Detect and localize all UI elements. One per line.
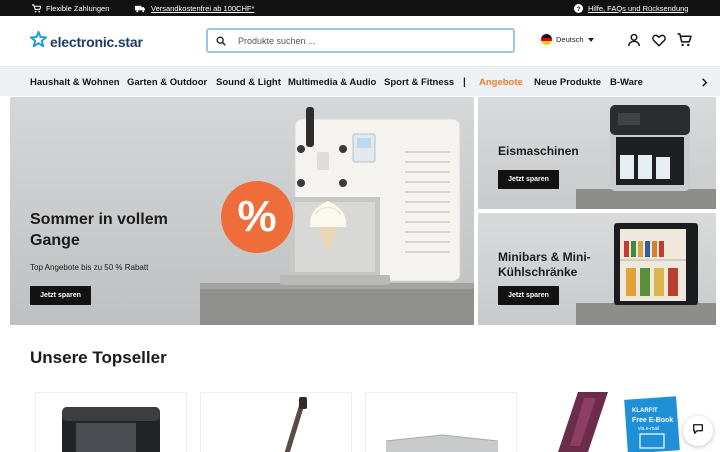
logo-text: electronic.star [50, 34, 143, 50]
search-icon[interactable] [208, 30, 234, 51]
nav-scroll-right-icon[interactable] [696, 74, 712, 90]
product-card[interactable] [200, 392, 352, 452]
wishlist-heart-icon[interactable] [651, 32, 667, 48]
chat-button[interactable] [683, 416, 713, 446]
nav-item-b-ware[interactable]: B-Ware [610, 67, 643, 97]
nav-item-multimedia-audio[interactable]: Multimedia & Audio [288, 67, 376, 97]
ice-maker-product-image [62, 407, 160, 452]
promo-minibars-button[interactable]: Jetzt sparen [498, 286, 559, 305]
ebook-badge-brand: KLARFIT [632, 408, 658, 414]
promo-ice-makers-title: Eismaschinen [498, 144, 579, 158]
topseller-heading: Unsere Topseller [30, 348, 167, 367]
help-icon: ? [574, 3, 583, 13]
nav-item-haushalt-wohnen[interactable]: Haushalt & Wohnen [30, 67, 120, 97]
hero-cta-button[interactable]: Jetzt sparen [30, 286, 91, 305]
free-shipping-link[interactable]: Versandkostenfrei ab 100CHF* [135, 0, 254, 16]
promo-minibars-title: Minibars & Mini-Kühlschränke [498, 250, 591, 279]
help-text[interactable]: Hilfe, FAQs und Rücksendung [588, 4, 688, 13]
promo-minibars[interactable]: Minibars & Mini-Kühlschränke Jetzt spare… [478, 213, 716, 325]
promo-ice-makers-button[interactable]: Jetzt sparen [498, 170, 559, 189]
hero-title: Sommer in vollem Gange [30, 211, 168, 249]
appliance-product-image [385, 434, 499, 452]
discount-percent-badge: % [221, 181, 293, 253]
language-selector[interactable]: Deutsch [541, 34, 594, 45]
nav-separator: | [463, 76, 466, 88]
ebook-badge-title: Free E-Book [632, 417, 673, 424]
cart-icon [32, 3, 42, 13]
chat-icon [692, 422, 704, 440]
flexible-payment-text: Flexible Zahlungen [46, 3, 110, 13]
site-header: electronic.star Deutsch [0, 16, 720, 66]
nav-item-neue-produkte[interactable]: Neue Produkte [534, 67, 601, 97]
account-icon[interactable] [626, 32, 642, 48]
nav-item-garten-outdoor[interactable]: Garten & Outdoor [127, 67, 207, 97]
nav-item-sound-light[interactable]: Sound & Light [216, 67, 281, 97]
product-card[interactable] [365, 392, 517, 452]
main-navigation: Haushalt & Wohnen Garten & Outdoor Sound… [0, 66, 720, 96]
truck-icon [135, 4, 146, 13]
german-flag-icon [541, 34, 552, 45]
ebook-badge-subtitle: via e-mail [638, 426, 659, 432]
product-card[interactable]: KLARFIT Free E-Book via e-mail [530, 392, 682, 452]
flexible-payment-info: Flexible Zahlungen [32, 0, 109, 16]
star-logo-icon [29, 30, 48, 53]
language-label: Deutsch [556, 35, 584, 44]
svg-text:?: ? [577, 5, 581, 12]
hero-subtitle: Top Angebote bis zu 50 % Rabatt [30, 263, 149, 272]
patterned-product-image: KLARFIT Free E-Book via e-mail [558, 392, 680, 452]
search-input[interactable] [234, 35, 494, 46]
header-actions [626, 32, 692, 48]
promo-ice-makers[interactable]: Eismaschinen Jetzt sparen [478, 97, 716, 209]
product-card[interactable] [35, 392, 187, 452]
help-link[interactable]: ? Hilfe, FAQs und Rücksendung [574, 0, 688, 16]
cart-icon[interactable] [676, 32, 692, 48]
nav-item-angebote[interactable]: Angebote [479, 67, 523, 97]
chevron-down-icon [587, 35, 594, 44]
top-info-bar: Flexible Zahlungen Versandkostenfrei ab … [0, 0, 720, 16]
hero-banner[interactable]: % Sommer in vollem Gange Top Angebote bi… [10, 97, 474, 325]
logo[interactable]: electronic.star [29, 30, 143, 53]
stick-vacuum-product-image [284, 397, 307, 452]
search-bar[interactable] [206, 28, 515, 53]
free-shipping-text[interactable]: Versandkostenfrei ab 100CHF* [151, 4, 254, 13]
nav-item-sport-fitness[interactable]: Sport & Fitness [384, 67, 454, 97]
